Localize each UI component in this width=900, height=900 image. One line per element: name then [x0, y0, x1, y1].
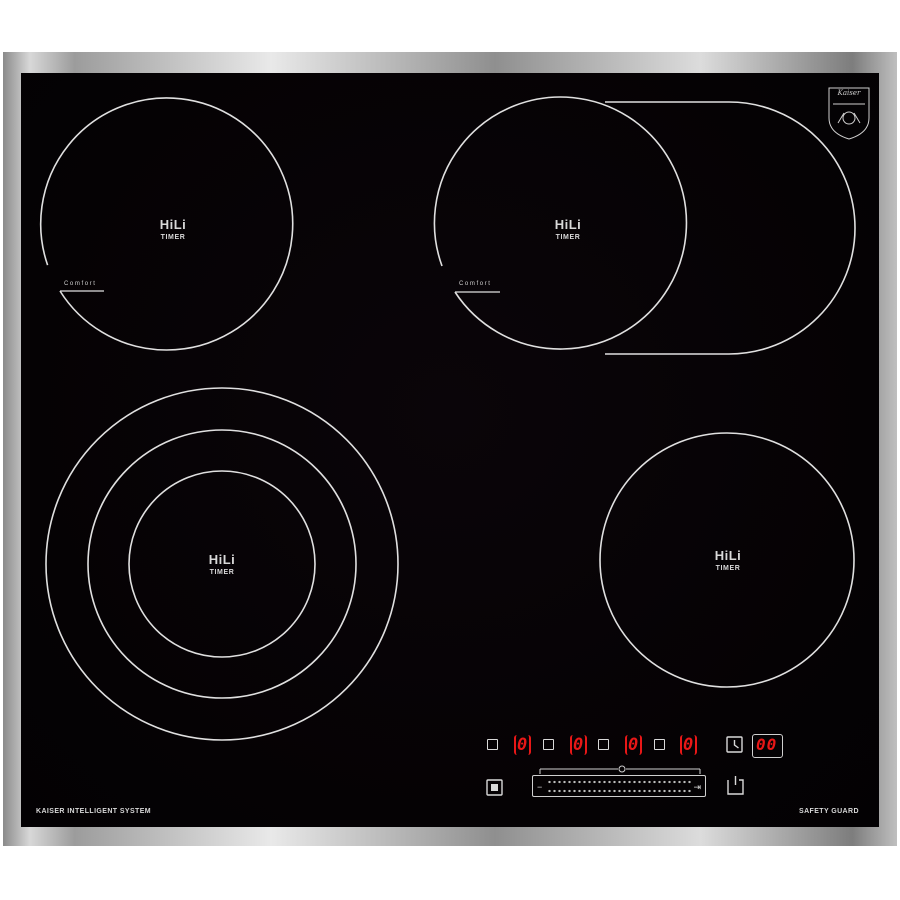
- zone-top-right-outline: [433, 96, 856, 355]
- hili-logo: HiLi: [554, 217, 582, 232]
- hili-logo: HiLi: [208, 552, 236, 567]
- zone-label-top-right: HiLi TIMER: [528, 218, 608, 241]
- timer-label: TIMER: [209, 569, 235, 576]
- zone-label-bottom-right: HiLi TIMER: [688, 549, 768, 572]
- power-level-slider[interactable]: − ⇥: [532, 775, 706, 797]
- timer-label: TIMER: [555, 234, 581, 241]
- pause-button[interactable]: [484, 777, 505, 798]
- timer-label: TIMER: [715, 565, 741, 572]
- zone-label-top-left: HiLi TIMER: [133, 218, 213, 241]
- zone-select-button-2[interactable]: [543, 739, 554, 750]
- comfort-label: Comfort: [459, 281, 492, 287]
- level-display-zone-4: 0: [683, 735, 694, 755]
- hili-logo: HiLi: [714, 548, 742, 563]
- hili-logo: HiLi: [159, 217, 187, 232]
- level-display-zone-2: 0: [573, 735, 584, 755]
- level-display-zone-3: 0: [628, 735, 639, 755]
- timer-display-digits: 00: [756, 735, 778, 754]
- comfort-label: Comfort: [64, 281, 97, 287]
- brand-left-text: KAISER INTELLIGENT SYSTEM: [36, 808, 152, 815]
- slider-dots-row: [547, 780, 691, 784]
- key-lock-icon: [539, 765, 701, 774]
- slider-dots-row: [547, 789, 691, 793]
- timer-label: TIMER: [160, 234, 186, 241]
- plus-icon: ⇥: [693, 782, 701, 792]
- zone-label-bottom-left: HiLi TIMER: [182, 553, 262, 576]
- zone-select-button-4[interactable]: [654, 739, 665, 750]
- zone-select-button-3[interactable]: [598, 739, 609, 750]
- brand-right-text: SAFETY GUARD: [799, 808, 859, 815]
- timer-button[interactable]: [725, 735, 745, 755]
- zone-select-button-1[interactable]: [487, 739, 498, 750]
- power-button[interactable]: [725, 774, 746, 797]
- cooking-zones-drawing: [39, 87, 870, 796]
- level-display-zone-1: 0: [517, 735, 528, 755]
- minus-icon: −: [537, 782, 543, 792]
- kaiser-logo-text: Kaiser: [837, 89, 861, 97]
